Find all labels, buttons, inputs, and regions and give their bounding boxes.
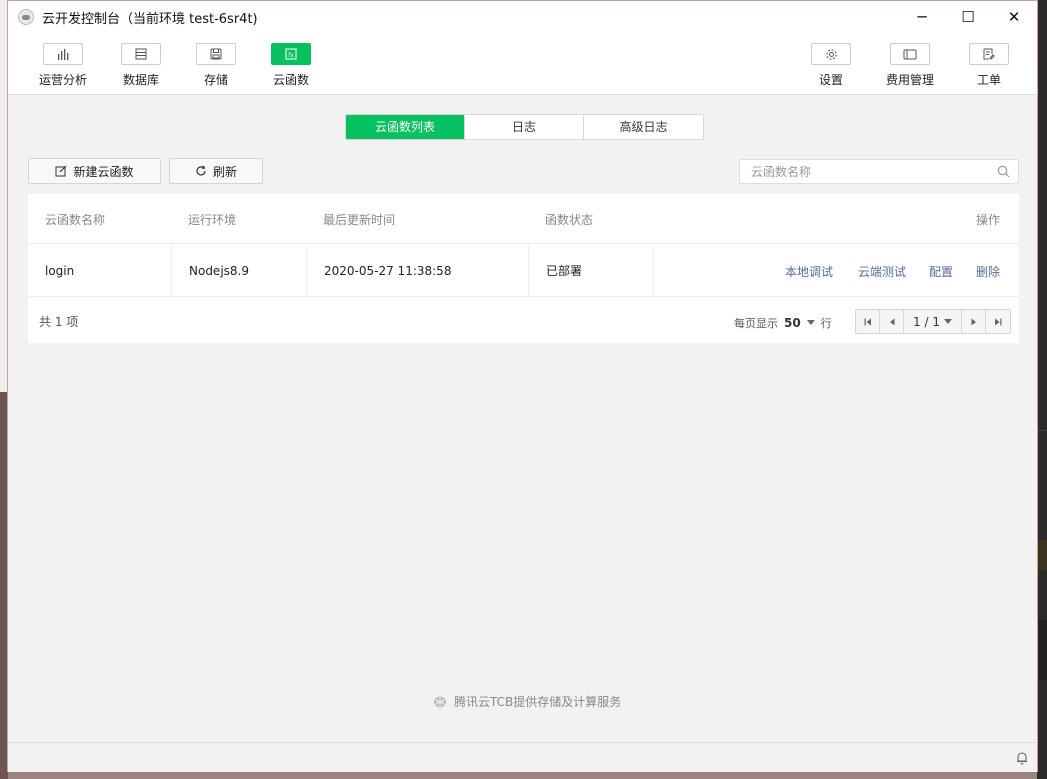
tencent-cloud-logo-icon bbox=[433, 695, 447, 708]
window-controls: ─ ☐ ✕ bbox=[899, 1, 1037, 33]
toolbar-analytics[interactable]: 运营分析 bbox=[28, 43, 98, 88]
page-size-selector: 每页显示 50 行 bbox=[734, 315, 832, 331]
desktop-background-right bbox=[1037, 0, 1047, 779]
config-link[interactable]: 配置 bbox=[929, 263, 953, 280]
ticket-icon bbox=[969, 43, 1009, 65]
local-debug-link[interactable]: 本地调试 bbox=[785, 263, 833, 280]
first-page-button[interactable] bbox=[856, 310, 880, 333]
status-bar bbox=[8, 742, 1037, 772]
billing-icon bbox=[890, 43, 930, 65]
refresh-label: 刷新 bbox=[212, 164, 237, 179]
function-table: 云函数名称 运行环境 最后更新时间 函数状态 操作 login Nodejs8.… bbox=[28, 194, 1019, 343]
page-indicator: 1 / 1 bbox=[913, 314, 940, 329]
minimize-button[interactable]: ─ bbox=[899, 1, 945, 33]
next-page-icon bbox=[971, 318, 976, 325]
new-function-button[interactable]: 新建云函数 bbox=[28, 158, 161, 184]
first-page-icon bbox=[864, 318, 871, 325]
toolbar-database-label: 数据库 bbox=[122, 73, 159, 87]
toolbar-storage[interactable]: 存储 bbox=[181, 43, 251, 88]
last-page-button[interactable] bbox=[986, 310, 1010, 333]
page-selector[interactable]: 1 / 1 bbox=[904, 310, 962, 333]
maximize-button[interactable]: ☐ bbox=[945, 1, 991, 33]
close-button[interactable]: ✕ bbox=[991, 1, 1037, 33]
app-icon bbox=[18, 9, 34, 25]
toolbar-settings[interactable]: 设置 bbox=[796, 43, 866, 88]
page-size-label: 每页显示 bbox=[734, 317, 778, 330]
edit-icon bbox=[55, 165, 67, 177]
toolbar-billing[interactable]: 费用管理 bbox=[875, 43, 945, 88]
footer-brand-text: 腾讯云TCB提供存储及计算服务 bbox=[454, 695, 622, 709]
toolbar-storage-label: 存储 bbox=[203, 73, 228, 87]
toolbar-analytics-label: 运营分析 bbox=[38, 73, 87, 87]
last-page-icon bbox=[995, 318, 1002, 325]
column-header-runtime: 运行环境 bbox=[188, 213, 237, 227]
function-name-cell[interactable]: login bbox=[45, 244, 74, 297]
refresh-button[interactable]: 刷新 bbox=[169, 158, 263, 184]
function-tabs: 云函数列表 日志 高级日志 bbox=[345, 114, 704, 140]
prev-page-button[interactable] bbox=[880, 310, 904, 333]
toolbar-database[interactable]: 数据库 bbox=[106, 43, 176, 88]
delete-link[interactable]: 删除 bbox=[976, 263, 1000, 280]
toolbar-settings-label: 设置 bbox=[818, 73, 843, 87]
next-page-button[interactable] bbox=[962, 310, 986, 333]
toolbar-cloud-function[interactable]: fx 云函数 bbox=[256, 43, 326, 88]
column-header-actions: 操作 bbox=[976, 213, 1001, 227]
page-size-value[interactable]: 50 bbox=[784, 316, 801, 330]
column-header-name: 云函数名称 bbox=[45, 213, 106, 227]
main-toolbar: 运营分析 数据库 存储 fx 云函数 设置 费用管理 工单 bbox=[8, 33, 1037, 95]
bell-icon[interactable] bbox=[1015, 751, 1029, 765]
column-divider bbox=[171, 244, 172, 297]
tab-advanced-logs[interactable]: 高级日志 bbox=[584, 115, 703, 139]
table-row: login Nodejs8.9 2020-05-27 11:38:58 已部署 … bbox=[28, 244, 1019, 297]
footer-brand: 腾讯云TCB提供存储及计算服务 bbox=[432, 693, 621, 710]
column-header-updated: 最后更新时间 bbox=[323, 213, 396, 227]
toolbar-ticket[interactable]: 工单 bbox=[954, 43, 1024, 88]
column-divider bbox=[528, 244, 529, 297]
caret-down-icon bbox=[943, 318, 952, 324]
table-footer: 共 1 项 每页显示 50 行 1 / 1 bbox=[28, 297, 1019, 342]
storage-icon bbox=[196, 43, 236, 65]
status-cell: 已部署 bbox=[546, 264, 583, 278]
gear-icon bbox=[811, 43, 851, 65]
column-header-status: 函数状态 bbox=[545, 213, 594, 227]
column-divider bbox=[306, 244, 307, 297]
runtime-cell: Nodejs8.9 bbox=[189, 263, 249, 278]
toolbar-ticket-label: 工单 bbox=[976, 73, 1001, 87]
window-title: 云开发控制台（当前环境 test-6sr4t) bbox=[42, 11, 258, 27]
cloud-test-link[interactable]: 云端测试 bbox=[858, 263, 906, 280]
search-input[interactable] bbox=[751, 164, 981, 179]
title-bar: 云开发控制台（当前环境 test-6sr4t) ─ ☐ ✕ bbox=[8, 1, 1037, 33]
toolbar-billing-label: 费用管理 bbox=[885, 73, 934, 87]
function-icon: fx bbox=[271, 43, 311, 65]
page-size-unit: 行 bbox=[820, 317, 832, 330]
updated-time-cell: 2020-05-27 11:38:58 bbox=[324, 263, 452, 278]
toolbar-cloud-function-label: 云函数 bbox=[272, 73, 309, 87]
prev-page-icon bbox=[889, 318, 894, 325]
bar-chart-icon bbox=[43, 43, 83, 65]
tab-function-list[interactable]: 云函数列表 bbox=[346, 115, 465, 139]
new-function-label: 新建云函数 bbox=[73, 164, 134, 179]
column-divider bbox=[653, 244, 654, 297]
tab-logs[interactable]: 日志 bbox=[465, 115, 584, 139]
total-count: 共 1 项 bbox=[39, 315, 79, 329]
refresh-icon bbox=[196, 165, 206, 176]
search-icon[interactable] bbox=[997, 165, 1010, 178]
app-window: 云开发控制台（当前环境 test-6sr4t) ─ ☐ ✕ 运营分析 数据库 存… bbox=[7, 0, 1038, 772]
svg-text:fx: fx bbox=[288, 52, 294, 59]
pagination: 1 / 1 bbox=[855, 309, 1011, 334]
function-search bbox=[739, 159, 1019, 184]
table-header: 云函数名称 运行环境 最后更新时间 函数状态 操作 bbox=[28, 194, 1019, 244]
caret-down-icon[interactable] bbox=[806, 320, 815, 326]
database-icon bbox=[121, 43, 161, 65]
